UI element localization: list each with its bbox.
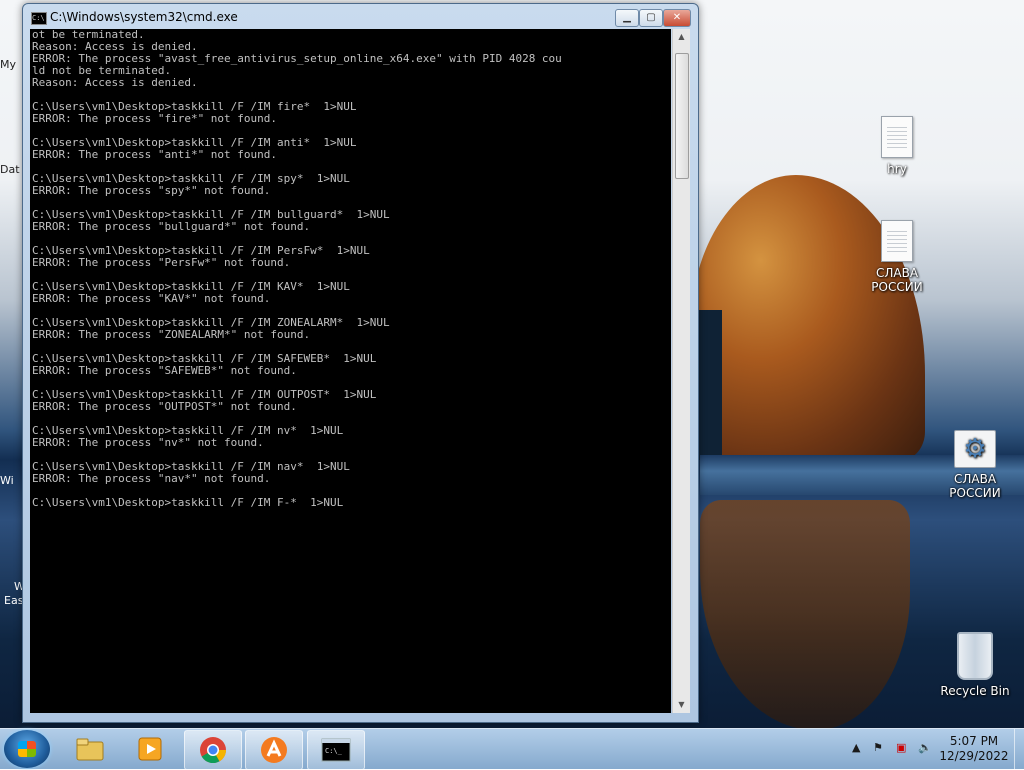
maximize-button[interactable]: ▢ [639, 9, 663, 27]
console-line: ERROR: The process "SAFEWEB*" not found. [32, 364, 297, 377]
window-title: C:\Windows\system32\cmd.exe [50, 10, 238, 24]
console-line: ERROR: The process "nv*" not found. [32, 436, 264, 449]
scroll-up-arrow-icon[interactable]: ▲ [673, 29, 690, 45]
taskbar-avast[interactable] [245, 730, 303, 770]
console-output[interactable]: ot be terminated. Reason: Access is denie… [30, 29, 671, 713]
desktop-icon-recycle-bin[interactable]: Recycle Bin [935, 632, 1015, 698]
recycle-bin-icon [957, 632, 993, 680]
wallpaper-reflection [700, 500, 910, 728]
desktop-icon-slava-rossii-settings[interactable]: ⚙ СЛАВА РОССИИ [935, 430, 1015, 500]
desktop-icon-slava-rossii-file[interactable]: СЛАВА РОССИИ [857, 220, 937, 294]
console-line: ERROR: The process "ZONEALARM*" not foun… [32, 328, 311, 341]
network-error-icon[interactable]: ▣ [896, 741, 906, 754]
show-hidden-icons-arrow-icon[interactable]: ▲ [852, 741, 860, 754]
taskbar-media-player[interactable] [122, 730, 178, 768]
console-line: ERROR: The process "anti*" not found. [32, 148, 278, 161]
avast-icon [261, 737, 287, 763]
wallpaper-shadow [697, 310, 722, 460]
scrollbar-thumb[interactable] [675, 53, 689, 179]
taskbar-chrome[interactable] [184, 730, 242, 770]
console-line: Reason: Access is denied. [32, 76, 198, 89]
console-line: ERROR: The process "nav*" not found. [32, 472, 271, 485]
text-file-icon [881, 220, 913, 262]
desktop-icon-hry[interactable]: hry [857, 116, 937, 176]
vertical-scrollbar[interactable]: ▲ ▼ [672, 29, 690, 713]
cmd-icon: C:\_ [321, 738, 351, 762]
console-line: ERROR: The process "bullguard*" not foun… [32, 220, 311, 233]
taskbar-explorer[interactable] [62, 730, 118, 768]
desktop-icon-label: СЛАВА РОССИИ [949, 472, 1001, 500]
taskbar-cmd[interactable]: C:\_ [307, 730, 365, 770]
console-line: ERROR: The process "OUTPOST*" not found. [32, 400, 297, 413]
minimize-button[interactable]: ▁ [615, 9, 639, 27]
console-line: C:\Users\vm1\Desktop>taskkill /F /IM F-*… [32, 496, 344, 509]
desktop-icon-label-fragment[interactable]: Wi [0, 474, 22, 487]
chrome-icon [200, 737, 227, 764]
desktop-icon-label: hry [887, 162, 907, 176]
clock-time: 5:07 PM [949, 734, 999, 748]
console-line: ERROR: The process "spy*" not found. [32, 184, 271, 197]
cmd-icon: C:\ [31, 12, 47, 25]
desktop-icon-label: Recycle Bin [940, 684, 1010, 698]
wallpaper-sea-stack [690, 175, 925, 460]
desktop-icon-label-fragment[interactable]: Dat [0, 163, 22, 176]
start-button[interactable] [4, 730, 50, 768]
taskbar: C:\_ ▲ ⚑ ▣ 🔈 5:07 PM 12/29/2022 [0, 728, 1024, 770]
text-file-icon [881, 116, 913, 158]
cmd-window[interactable]: C:\ C:\Windows\system32\cmd.exe ▁ ▢ ✕ ot… [22, 3, 699, 723]
desktop-icon-label: СЛАВА РОССИИ [871, 266, 923, 294]
svg-text:C:\_: C:\_ [325, 747, 343, 755]
action-center-flag-icon[interactable]: ⚑ [873, 741, 883, 754]
desktop-icon-label-fragment[interactable]: My [0, 58, 22, 71]
close-button[interactable]: ✕ [663, 9, 691, 27]
console-line: ERROR: The process "PersFw*" not found. [32, 256, 291, 269]
console-line: ERROR: The process "fire*" not found. [32, 112, 278, 125]
system-clock[interactable]: 5:07 PM 12/29/2022 [938, 734, 1010, 764]
scroll-down-arrow-icon[interactable]: ▼ [673, 697, 690, 713]
console-line: ERROR: The process "KAV*" not found. [32, 292, 271, 305]
clock-date: 12/29/2022 [939, 749, 1009, 763]
volume-icon[interactable]: 🔈 [918, 741, 932, 754]
show-desktop-button[interactable] [1014, 729, 1024, 769]
window-titlebar[interactable]: C:\ C:\Windows\system32\cmd.exe ▁ ▢ ✕ [23, 4, 698, 29]
folder-icon [76, 738, 104, 761]
media-player-icon [138, 737, 162, 761]
settings-file-icon: ⚙ [954, 430, 996, 468]
console-text: ot be terminated. Reason: Access is denie… [30, 29, 671, 509]
